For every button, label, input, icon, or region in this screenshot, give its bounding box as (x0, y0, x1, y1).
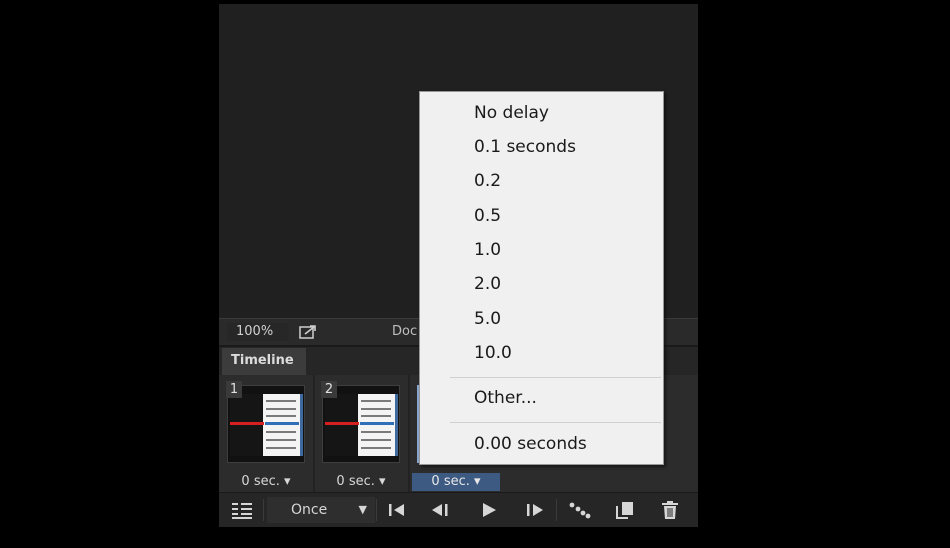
red-arrow-mark (230, 422, 264, 425)
thumbnail-highlight (265, 422, 299, 425)
thumbnail-dark-area (325, 394, 357, 456)
tab-timeline[interactable]: Timeline (222, 348, 306, 375)
thumbnail-line (266, 415, 296, 417)
frame-delay-dropdown[interactable]: 0 sec. ▾ (317, 473, 405, 491)
previous-frame-icon[interactable] (429, 497, 453, 523)
thumbnail-line (266, 431, 296, 433)
dropdown-arrow-icon: ▾ (284, 474, 291, 489)
frame-delay-value: 0 sec. (336, 474, 375, 489)
menu-item-current-delay[interactable]: 0.00 seconds (474, 433, 587, 455)
menu-item-1-0[interactable]: 1.0 (474, 239, 501, 261)
toolbar-divider (376, 499, 377, 521)
timeline-toolbar: Once ▼ (219, 492, 698, 527)
menu-item-0-5[interactable]: 0.5 (474, 205, 501, 227)
frame-separator (408, 375, 410, 492)
dropdown-arrow-icon: ▾ (379, 474, 386, 489)
document-info[interactable]: Doc (392, 323, 417, 341)
menu-item-5-0[interactable]: 5.0 (474, 308, 501, 330)
play-icon[interactable] (477, 497, 501, 523)
toolbar-divider (263, 499, 264, 521)
thumbnail-line (361, 431, 391, 433)
thumbnail-page (263, 394, 301, 456)
red-arrow-mark (325, 422, 359, 425)
thumbnail-page (358, 394, 396, 456)
menu-item-other[interactable]: Other... (474, 387, 537, 409)
thumbnail-line (266, 447, 296, 449)
dropdown-arrow-icon: ▾ (474, 474, 481, 489)
thumbnail-edge (300, 394, 303, 456)
thumbnail-line (266, 400, 296, 402)
thumbnail-dark-area (230, 394, 262, 456)
frame-delay-menu: No delay 0.1 seconds 0.2 0.5 1.0 2.0 5.0… (419, 91, 664, 465)
menu-item-0-2[interactable]: 0.2 (474, 170, 501, 192)
delete-frame-icon[interactable] (658, 497, 682, 523)
frame-number: 2 (321, 381, 337, 398)
first-frame-icon[interactable] (385, 497, 409, 523)
toolbar-divider (556, 499, 557, 521)
frame-separator (313, 375, 315, 492)
menu-item-0-1-seconds[interactable]: 0.1 seconds (474, 136, 576, 158)
dropdown-arrow-icon: ▼ (358, 503, 367, 516)
thumbnail-line (361, 400, 391, 402)
frame-delay-dropdown[interactable]: 0 sec. ▾ (412, 473, 500, 491)
animation-frame-1[interactable]: 1 0 sec. ▾ (222, 379, 310, 491)
zoom-level-field[interactable]: 100% (227, 323, 289, 341)
menu-item-10-0[interactable]: 10.0 (474, 342, 512, 364)
menu-separator (450, 377, 661, 378)
share-icon[interactable] (297, 323, 319, 341)
menu-item-2-0[interactable]: 2.0 (474, 273, 501, 295)
thumbnail-line (361, 439, 391, 441)
menu-separator (450, 422, 661, 423)
thumbnail-highlight (360, 422, 394, 425)
frame-delay-value: 0 sec. (431, 474, 470, 489)
frame-delay-dropdown[interactable]: 0 sec. ▾ (222, 473, 310, 491)
tween-icon[interactable] (567, 497, 593, 523)
frame-delay-value: 0 sec. (241, 474, 280, 489)
animation-frame-2[interactable]: 2 0 sec. ▾ (317, 379, 405, 491)
convert-timeline-icon[interactable] (229, 497, 255, 523)
thumbnail-line (361, 415, 391, 417)
loop-options-dropdown[interactable]: Once ▼ (267, 497, 375, 523)
thumbnail-line (361, 447, 391, 449)
loop-option-label: Once (291, 502, 328, 518)
thumbnail-line (266, 439, 296, 441)
menu-item-no-delay[interactable]: No delay (474, 102, 549, 124)
thumbnail-edge (395, 394, 398, 456)
next-frame-icon[interactable] (522, 497, 546, 523)
frame-number: 1 (226, 381, 242, 398)
thumbnail-line (361, 408, 391, 410)
duplicate-frame-icon[interactable] (613, 497, 637, 523)
thumbnail-line (266, 408, 296, 410)
